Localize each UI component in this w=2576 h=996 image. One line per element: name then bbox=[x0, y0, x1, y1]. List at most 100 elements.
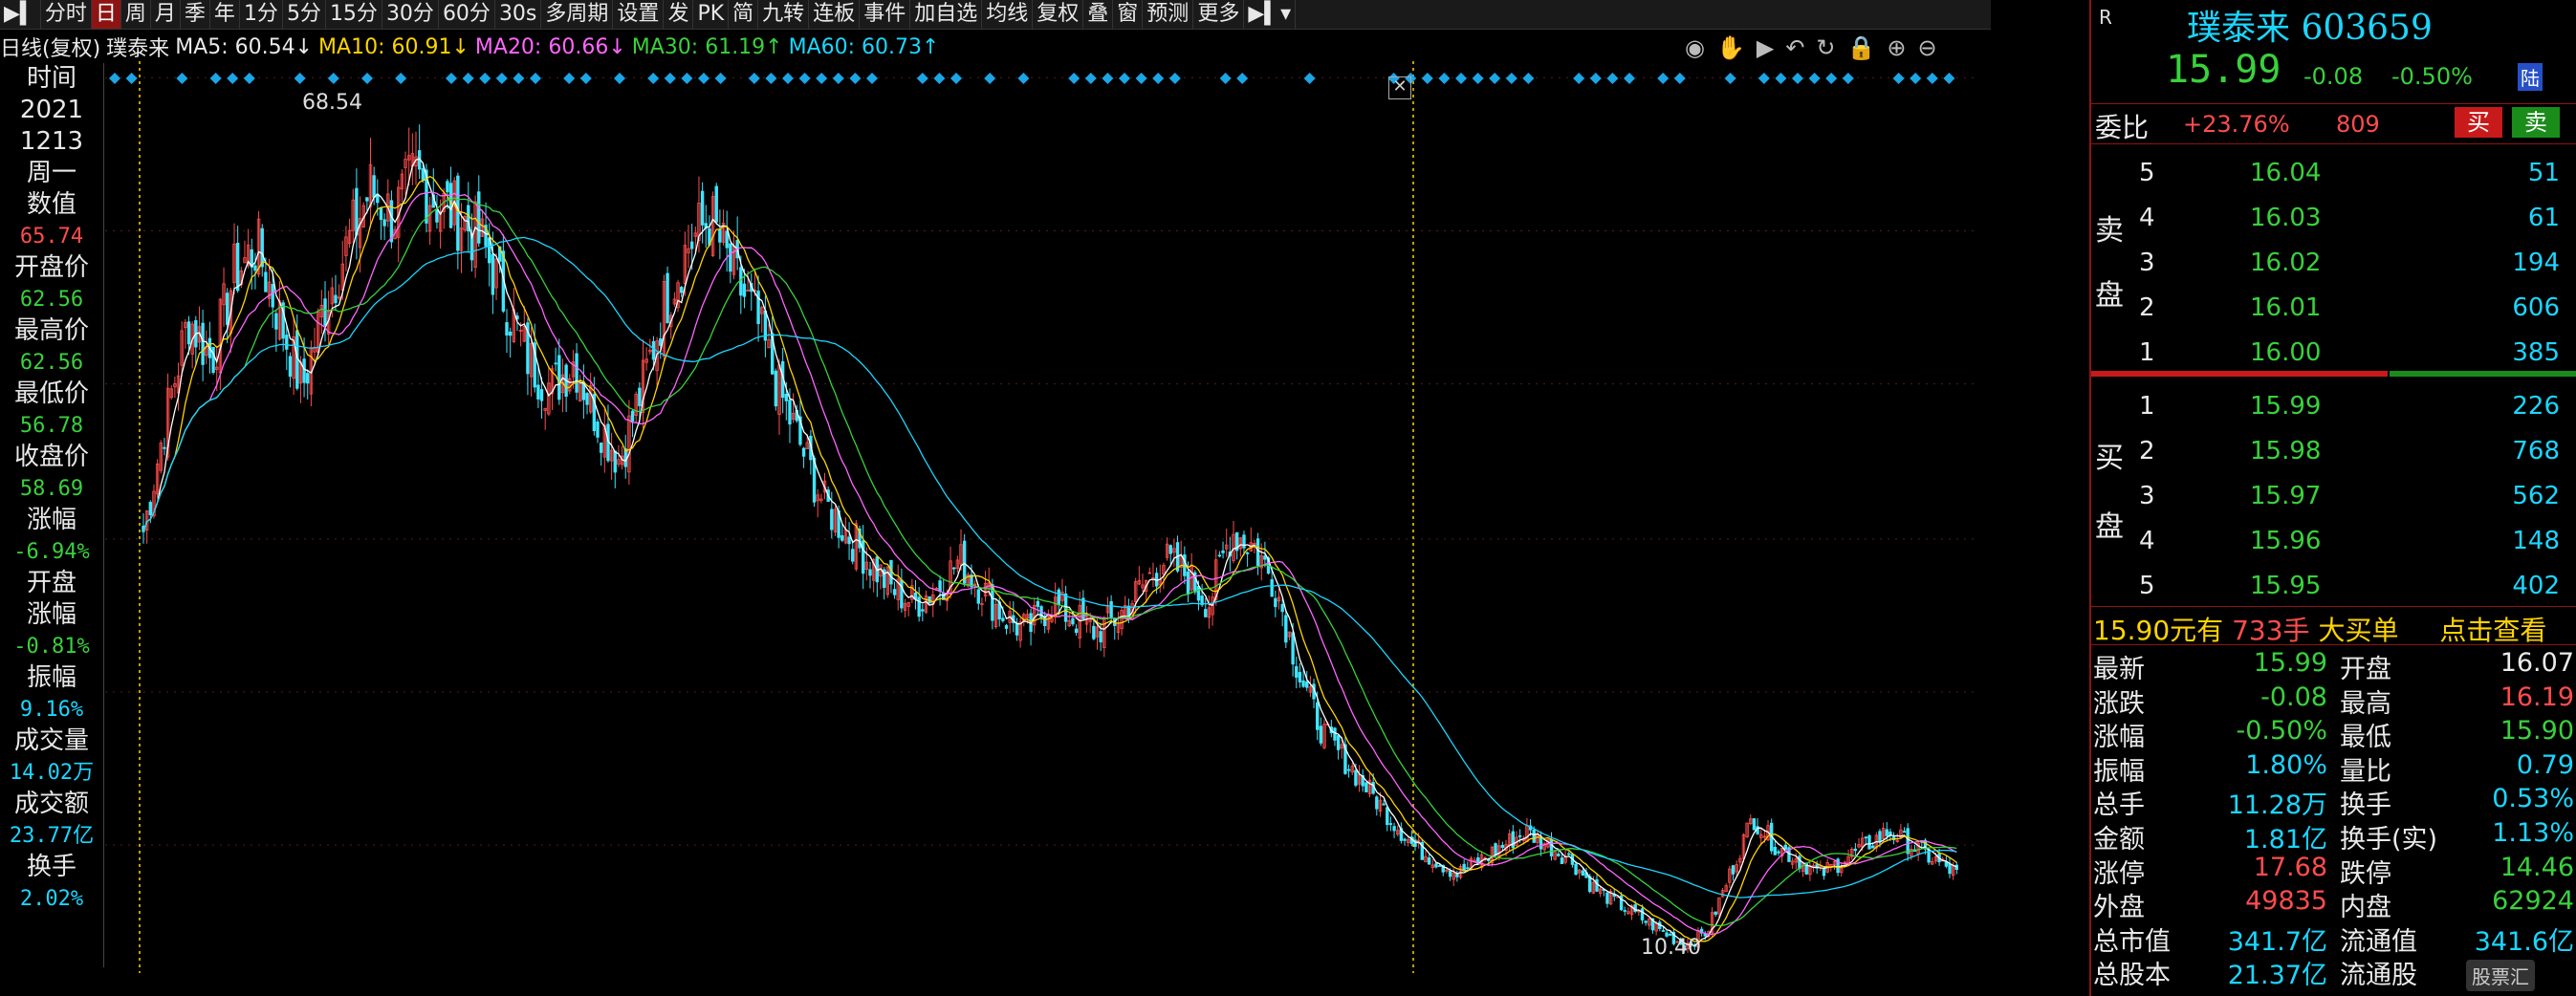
event-diamond bbox=[495, 73, 508, 84]
toolbar-item[interactable]: 周 bbox=[121, 0, 151, 29]
book-row[interactable]: 1 16.00 385 bbox=[2129, 331, 2569, 376]
candle-body bbox=[271, 284, 274, 308]
zoom-out-icon[interactable]: ⊖ bbox=[1918, 34, 1937, 61]
candle-body bbox=[1301, 680, 1305, 687]
toolbar-collapse-icon[interactable]: ▶▍▾ bbox=[1244, 0, 1297, 29]
toolbar-item[interactable]: 年 bbox=[210, 0, 240, 29]
candle-body bbox=[585, 393, 589, 405]
candle-body bbox=[1270, 579, 1274, 597]
candle-body bbox=[892, 589, 897, 595]
toolbar-item[interactable]: 叠 bbox=[1083, 0, 1114, 29]
toolbar-item[interactable]: 设置 bbox=[613, 0, 665, 29]
kline-chart[interactable]: 71.7861.0550.3339.4728.7518.0368.5410.40… bbox=[105, 61, 1979, 973]
stat-value: 15.90 bbox=[2500, 716, 2574, 747]
event-diamond bbox=[664, 73, 676, 84]
close-icon[interactable]: ✕ bbox=[1388, 76, 1411, 99]
sell-book: 5 16.04 51 4 16.03 61 3 16.02 194 2 16.01 606 1 16.00… bbox=[2129, 151, 2569, 376]
event-diamond bbox=[176, 73, 188, 84]
stat-value: 49835 bbox=[2245, 886, 2327, 917]
book-volume: 768 bbox=[2512, 437, 2560, 466]
toolbar-item[interactable]: 窗 bbox=[1113, 0, 1144, 29]
book-row[interactable]: 3 15.97 562 bbox=[2129, 474, 2569, 519]
book-row[interactable]: 4 15.96 148 bbox=[2129, 519, 2569, 564]
candle-body bbox=[1448, 871, 1452, 877]
toolbar-item[interactable]: 1分 bbox=[240, 0, 283, 29]
stock-title: 璞泰来 603659 bbox=[2187, 9, 2433, 48]
toolbar-item[interactable]: 15分 bbox=[326, 0, 382, 29]
candle-body bbox=[1466, 867, 1470, 870]
event-diamond bbox=[479, 73, 491, 84]
toolbar-menu-icon[interactable]: ▶▍ bbox=[0, 0, 41, 29]
toolbar-item[interactable]: 简 bbox=[729, 0, 759, 29]
event-diamond bbox=[1489, 73, 1501, 84]
event-diamond bbox=[681, 73, 693, 84]
sell-button[interactable]: 卖 bbox=[2512, 107, 2560, 138]
toolbar-item[interactable]: 月 bbox=[151, 0, 181, 29]
toolbar-item[interactable]: 30s bbox=[495, 0, 542, 29]
toolbar-item[interactable]: 九转 bbox=[758, 0, 810, 29]
candle-body bbox=[1386, 807, 1389, 826]
toolbar-item[interactable]: 60分 bbox=[439, 0, 495, 29]
event-diamond bbox=[748, 73, 760, 84]
candle-body bbox=[1888, 831, 1892, 835]
toolbar-item[interactable]: 分时 bbox=[41, 0, 92, 29]
candle-body bbox=[830, 509, 834, 530]
candle-body bbox=[788, 400, 792, 425]
info-value: 56.78 bbox=[19, 414, 84, 438]
info-value: 2.02% bbox=[19, 887, 84, 911]
stat-key: 总股本 bbox=[2093, 961, 2171, 991]
toolbar-item[interactable]: 更多 bbox=[1193, 0, 1245, 29]
toolbar-item[interactable]: 5分 bbox=[283, 0, 326, 29]
book-row[interactable]: 5 16.04 51 bbox=[2129, 151, 2569, 196]
toolbar-item[interactable]: 发 bbox=[664, 0, 694, 29]
big-order-row[interactable]: 15.90元有 733手 大买单 点击查看 bbox=[2093, 610, 2546, 648]
toolbar-item[interactable]: PK bbox=[693, 0, 730, 29]
candle-body bbox=[288, 356, 293, 378]
toolbar-item[interactable]: 日 bbox=[91, 0, 121, 29]
book-row[interactable]: 2 16.01 606 bbox=[2129, 286, 2569, 331]
candle-body bbox=[638, 387, 642, 406]
info-label: 时间 bbox=[26, 64, 76, 93]
info-label: 数值 bbox=[26, 190, 76, 219]
candle-body bbox=[729, 243, 732, 272]
play-icon[interactable]: ▶ bbox=[1757, 34, 1774, 61]
toolbar-item[interactable]: 事件 bbox=[860, 0, 911, 29]
toolbar-item[interactable]: 30分 bbox=[382, 0, 439, 29]
event-diamond bbox=[563, 73, 576, 84]
candle-body bbox=[421, 167, 426, 181]
toolbar-item[interactable]: 多周期 bbox=[541, 0, 614, 29]
buy-button[interactable]: 买 bbox=[2455, 107, 2502, 138]
ma10-line bbox=[142, 175, 1957, 942]
toolbar-item[interactable]: 预测 bbox=[1143, 0, 1194, 29]
book-row[interactable]: 2 15.98 768 bbox=[2129, 429, 2569, 474]
eye-icon[interactable]: ◉ bbox=[1685, 34, 1705, 61]
info-label: 振幅 bbox=[26, 663, 76, 692]
candle-body bbox=[666, 272, 669, 324]
book-row[interactable]: 4 16.03 61 bbox=[2129, 196, 2569, 241]
candle-body bbox=[868, 569, 872, 576]
event-diamond bbox=[1303, 73, 1316, 84]
event-diamond bbox=[1168, 73, 1181, 84]
toolbar-item[interactable]: 均线 bbox=[982, 0, 1034, 29]
candle-body bbox=[372, 175, 376, 198]
event-diamond bbox=[984, 73, 996, 84]
toolbar-item[interactable]: 季 bbox=[181, 0, 210, 29]
stats-row: 最新 15.99 开盘 16.07 bbox=[2093, 646, 2576, 684]
book-row[interactable]: 1 15.99 226 bbox=[2129, 384, 2569, 429]
book-row[interactable]: 5 15.95 402 bbox=[2129, 564, 2569, 609]
stat-value: 17.68 bbox=[2253, 852, 2327, 882]
book-row[interactable]: 3 16.02 194 bbox=[2129, 241, 2569, 286]
toolbar-item[interactable]: 复权 bbox=[1033, 0, 1084, 29]
chart-mode-label[interactable]: 日线(复权) bbox=[0, 32, 100, 62]
big-order-link[interactable]: 点击查看 bbox=[2439, 615, 2546, 646]
hand-icon[interactable]: ✋ bbox=[1716, 34, 1745, 61]
refresh-icon[interactable]: ↻ bbox=[1816, 34, 1835, 61]
candle-body bbox=[1388, 823, 1393, 825]
candle-body bbox=[1319, 725, 1323, 744]
toolbar-item[interactable]: 加自选 bbox=[910, 0, 983, 29]
undo-icon[interactable]: ↶ bbox=[1785, 34, 1804, 61]
toolbar-item[interactable]: 连板 bbox=[809, 0, 861, 29]
candle-body bbox=[508, 331, 513, 336]
lock-icon[interactable]: 🔒 bbox=[1847, 34, 1876, 61]
zoom-in-icon[interactable]: ⊕ bbox=[1887, 34, 1906, 61]
